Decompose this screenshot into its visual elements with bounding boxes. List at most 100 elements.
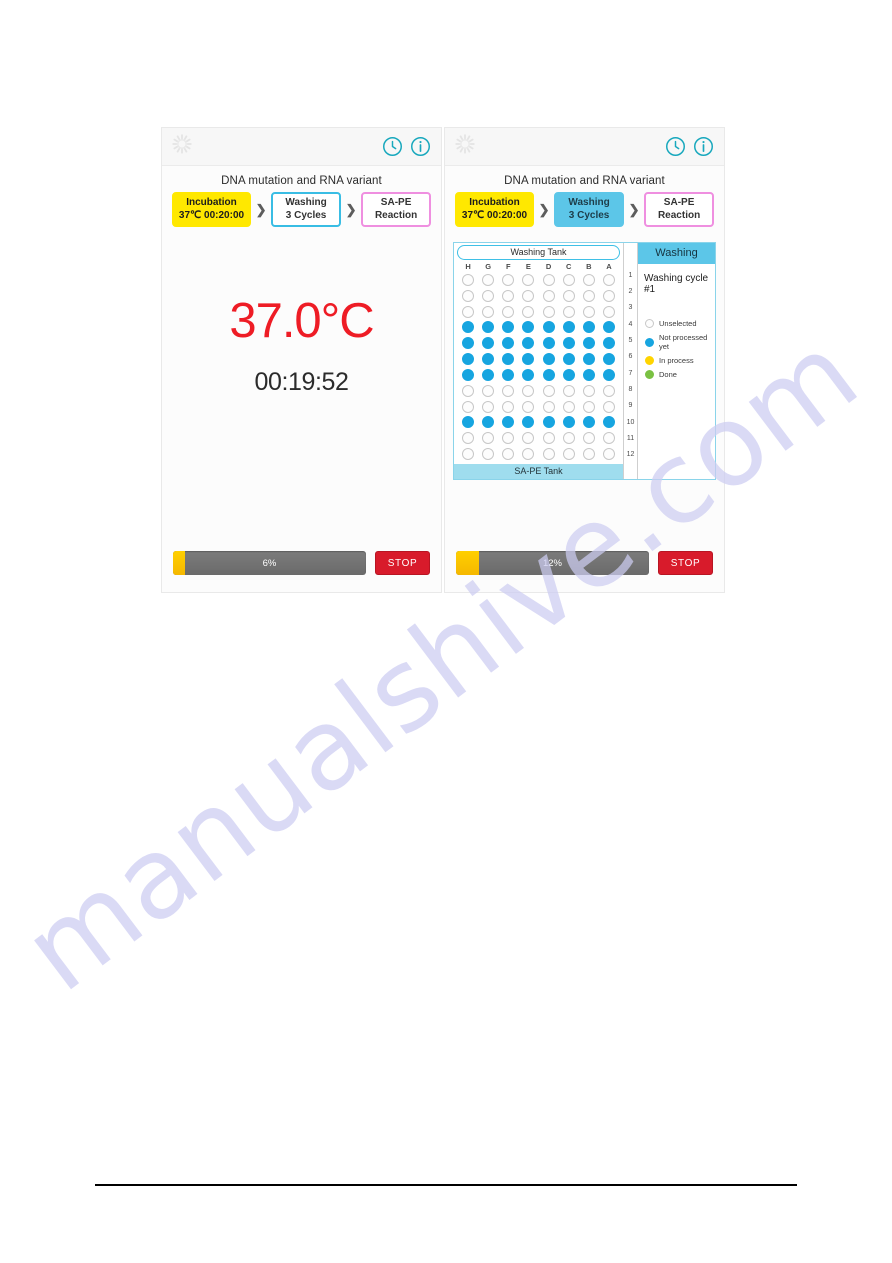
plate-well[interactable] bbox=[539, 416, 559, 429]
plate-well[interactable] bbox=[458, 321, 478, 334]
plate-well[interactable] bbox=[539, 321, 559, 334]
plate-well[interactable] bbox=[539, 432, 559, 445]
plate-well[interactable] bbox=[458, 400, 478, 413]
info-icon[interactable] bbox=[693, 136, 714, 157]
plate-well[interactable] bbox=[599, 432, 619, 445]
plate-well[interactable] bbox=[579, 321, 599, 334]
plate-well[interactable] bbox=[599, 384, 619, 397]
plate-well[interactable] bbox=[518, 337, 538, 350]
plate-well[interactable] bbox=[579, 337, 599, 350]
plate-well[interactable] bbox=[579, 305, 599, 318]
plate-well[interactable] bbox=[458, 384, 478, 397]
plate-well[interactable] bbox=[518, 448, 538, 461]
plate-well[interactable] bbox=[599, 273, 619, 286]
step-chip-incubation[interactable]: Incubation 37℃ 00:20:00 bbox=[171, 192, 252, 227]
plate-well[interactable] bbox=[579, 416, 599, 429]
plate-well[interactable] bbox=[478, 353, 498, 366]
plate-well[interactable] bbox=[559, 337, 579, 350]
plate-well[interactable] bbox=[478, 321, 498, 334]
progress-bar[interactable]: 12% bbox=[456, 551, 649, 575]
plate-well[interactable] bbox=[458, 416, 478, 429]
plate-well[interactable] bbox=[559, 384, 579, 397]
plate-well[interactable] bbox=[579, 432, 599, 445]
plate-well[interactable] bbox=[559, 305, 579, 318]
plate-well[interactable] bbox=[559, 416, 579, 429]
plate-well[interactable] bbox=[599, 289, 619, 302]
plate-well[interactable] bbox=[599, 400, 619, 413]
plate-well[interactable] bbox=[559, 400, 579, 413]
plate-well[interactable] bbox=[518, 273, 538, 286]
plate-well[interactable] bbox=[478, 432, 498, 445]
plate-well[interactable] bbox=[599, 353, 619, 366]
plate-well[interactable] bbox=[458, 353, 478, 366]
plate-well[interactable] bbox=[478, 448, 498, 461]
plate-well[interactable] bbox=[458, 432, 478, 445]
plate-well[interactable] bbox=[498, 416, 518, 429]
plate-well[interactable] bbox=[559, 353, 579, 366]
plate-well[interactable] bbox=[518, 353, 538, 366]
plate-well[interactable] bbox=[539, 305, 559, 318]
plate-well[interactable] bbox=[559, 432, 579, 445]
plate-well[interactable] bbox=[559, 289, 579, 302]
stop-button[interactable]: STOP bbox=[375, 551, 430, 575]
plate-well[interactable] bbox=[498, 289, 518, 302]
plate-well[interactable] bbox=[458, 273, 478, 286]
plate-well[interactable] bbox=[478, 337, 498, 350]
plate-well[interactable] bbox=[478, 305, 498, 318]
plate-well[interactable] bbox=[579, 273, 599, 286]
plate-well[interactable] bbox=[599, 337, 619, 350]
plate-well[interactable] bbox=[498, 305, 518, 318]
plate-well[interactable] bbox=[579, 368, 599, 381]
plate-well[interactable] bbox=[518, 432, 538, 445]
plate-well[interactable] bbox=[498, 432, 518, 445]
step-chip-washing[interactable]: Washing 3 Cycles bbox=[271, 192, 342, 227]
plate-well[interactable] bbox=[518, 416, 538, 429]
plate-well[interactable] bbox=[498, 368, 518, 381]
step-chip-sa-pe[interactable]: SA-PE Reaction bbox=[361, 192, 432, 227]
plate-well[interactable] bbox=[579, 448, 599, 461]
plate-well[interactable] bbox=[579, 384, 599, 397]
clock-icon[interactable] bbox=[382, 136, 403, 157]
plate-well[interactable] bbox=[498, 384, 518, 397]
plate-well[interactable] bbox=[458, 289, 478, 302]
plate-well[interactable] bbox=[539, 448, 559, 461]
info-icon[interactable] bbox=[410, 136, 431, 157]
plate-well[interactable] bbox=[539, 368, 559, 381]
plate-well[interactable] bbox=[599, 305, 619, 318]
plate-well[interactable] bbox=[518, 368, 538, 381]
plate-well[interactable] bbox=[518, 305, 538, 318]
plate-well[interactable] bbox=[478, 416, 498, 429]
plate-well[interactable] bbox=[559, 448, 579, 461]
plate-well[interactable] bbox=[518, 289, 538, 302]
plate-well[interactable] bbox=[599, 321, 619, 334]
plate-well[interactable] bbox=[539, 289, 559, 302]
plate-well[interactable] bbox=[498, 321, 518, 334]
plate-well[interactable] bbox=[458, 305, 478, 318]
plate-well[interactable] bbox=[458, 448, 478, 461]
plate-well[interactable] bbox=[559, 321, 579, 334]
plate-well[interactable] bbox=[579, 400, 599, 413]
plate-well[interactable] bbox=[539, 337, 559, 350]
step-chip-washing[interactable]: Washing 3 Cycles bbox=[554, 192, 625, 227]
plate-well[interactable] bbox=[599, 416, 619, 429]
step-chip-sa-pe[interactable]: SA-PE Reaction bbox=[644, 192, 715, 227]
plate-well[interactable] bbox=[478, 273, 498, 286]
plate-well[interactable] bbox=[498, 337, 518, 350]
plate-well[interactable] bbox=[518, 400, 538, 413]
plate-well[interactable] bbox=[478, 368, 498, 381]
plate-well[interactable] bbox=[498, 353, 518, 366]
plate-well[interactable] bbox=[498, 273, 518, 286]
plate-well[interactable] bbox=[539, 400, 559, 413]
plate-well[interactable] bbox=[518, 384, 538, 397]
stop-button[interactable]: STOP bbox=[658, 551, 713, 575]
plate-well[interactable] bbox=[559, 368, 579, 381]
plate-well[interactable] bbox=[478, 400, 498, 413]
plate-well[interactable] bbox=[498, 400, 518, 413]
plate-well[interactable] bbox=[458, 368, 478, 381]
plate-well[interactable] bbox=[539, 353, 559, 366]
plate-well[interactable] bbox=[478, 384, 498, 397]
plate-well[interactable] bbox=[478, 289, 498, 302]
plate-well[interactable] bbox=[539, 384, 559, 397]
progress-bar[interactable]: 6% bbox=[173, 551, 366, 575]
plate-well[interactable] bbox=[518, 321, 538, 334]
